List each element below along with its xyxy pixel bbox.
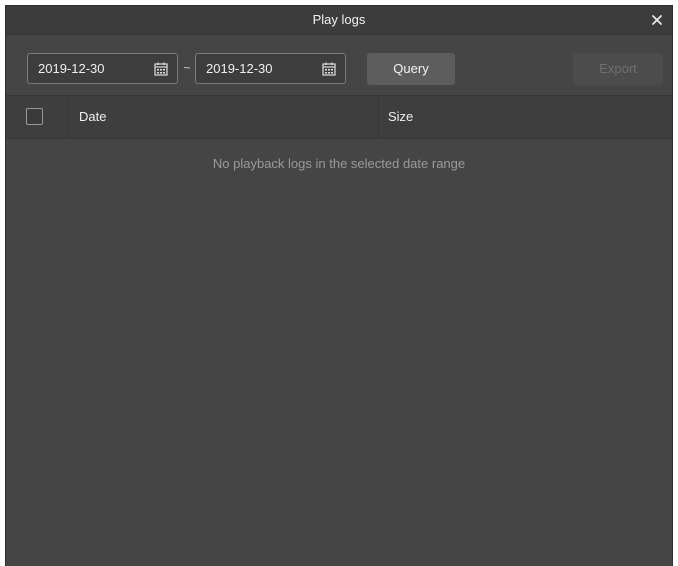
date-range-separator: ~ bbox=[183, 61, 191, 75]
close-icon[interactable] bbox=[648, 11, 666, 29]
column-header-date[interactable]: Date bbox=[69, 96, 379, 138]
query-button[interactable]: Query bbox=[367, 53, 455, 85]
table-header: Date Size bbox=[6, 95, 672, 139]
column-label-size: Size bbox=[388, 109, 414, 124]
end-date-value: 2019-12-30 bbox=[206, 61, 273, 76]
empty-state-message: No playback logs in the selected date ra… bbox=[212, 156, 466, 171]
column-label-date: Date bbox=[79, 109, 107, 124]
select-all-checkbox[interactable] bbox=[26, 108, 43, 125]
column-header-size[interactable]: Size bbox=[379, 96, 672, 138]
dialog-title: Play logs bbox=[312, 12, 366, 27]
query-toolbar: 2019-12-30 ~ 2019-12-30 Query Export bbox=[6, 35, 672, 95]
calendar-icon[interactable] bbox=[153, 61, 169, 77]
calendar-icon[interactable] bbox=[321, 61, 337, 77]
export-button[interactable]: Export bbox=[573, 53, 663, 85]
dialog-titlebar: Play logs bbox=[6, 6, 672, 35]
start-date-field[interactable]: 2019-12-30 bbox=[27, 53, 178, 84]
end-date-field[interactable]: 2019-12-30 bbox=[195, 53, 346, 84]
start-date-value: 2019-12-30 bbox=[38, 61, 105, 76]
play-logs-dialog: Play logs 2019-12-30 ~ 2019-12-30 Query … bbox=[5, 5, 673, 566]
table-body: No playback logs in the selected date ra… bbox=[6, 139, 672, 566]
select-all-cell bbox=[6, 96, 69, 138]
